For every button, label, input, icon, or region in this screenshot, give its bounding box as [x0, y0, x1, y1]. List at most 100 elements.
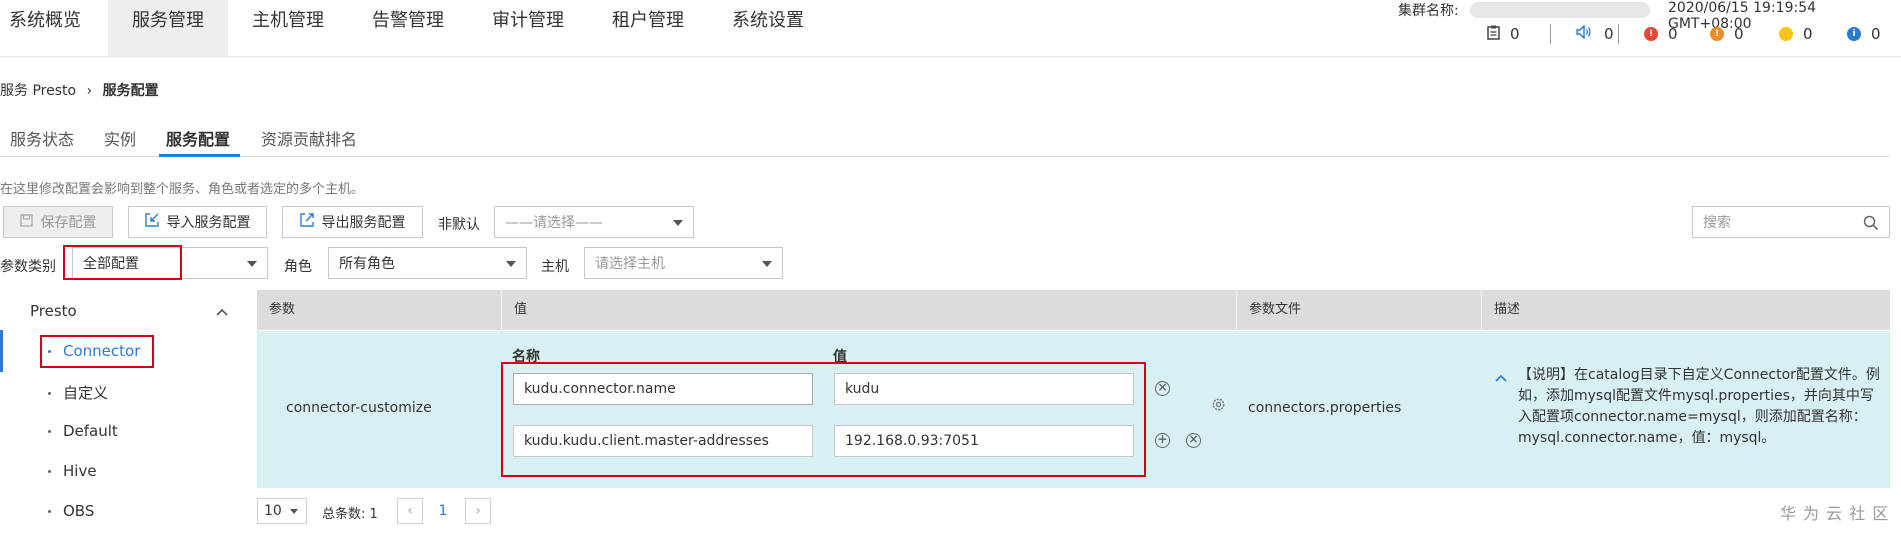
task-stat[interactable]: 0 — [1487, 24, 1520, 44]
nondefault-placeholder: ——请选择—— — [505, 215, 603, 231]
description-line: 【说明】在catalog目录下自定义Connector配置文件。例 — [1518, 367, 1880, 383]
nav-item-tenants[interactable]: 租户管理 — [600, 0, 696, 56]
host-select[interactable]: 请选择主机 — [584, 247, 783, 279]
minor-count: 0 — [1803, 25, 1813, 43]
nav-item-services[interactable]: 服务管理 — [108, 0, 228, 56]
bullet — [48, 392, 51, 395]
export-config-button[interactable]: 导出服务配置 — [282, 206, 423, 238]
sidebar-item-label: Default — [63, 422, 118, 440]
chevron-down-icon — [247, 261, 257, 267]
sidebar-item-custom[interactable]: 自定义 — [48, 382, 108, 403]
bullet — [48, 430, 51, 433]
chevron-down-icon — [762, 261, 772, 267]
prev-page-button[interactable]: ‹ — [397, 498, 423, 524]
nav-item-settings[interactable]: 系统设置 — [720, 0, 816, 56]
import-config-label: 导入服务配置 — [166, 215, 251, 231]
critical-alarm-stat[interactable]: ! 0 — [1644, 24, 1678, 44]
watermark: 华 为 云 社 区 — [1780, 504, 1890, 523]
sidebar-item-obs[interactable]: OBS — [48, 502, 94, 520]
table-header: 参数 值 参数文件 描述 — [257, 290, 1890, 330]
bullet — [48, 510, 51, 513]
info-icon: i — [1847, 27, 1861, 41]
critical-alarm-icon: ! — [1644, 27, 1658, 41]
save-icon — [19, 213, 33, 231]
audio-count: 0 — [1604, 25, 1614, 43]
breadcrumb-parent[interactable]: 服务 Presto — [0, 83, 76, 99]
sidebar-item-label: OBS — [63, 502, 95, 520]
save-config-label: 保存配置 — [40, 215, 97, 231]
task-count: 0 — [1510, 25, 1520, 43]
search-input[interactable]: 搜索 — [1692, 206, 1890, 238]
minor-alarm-stat[interactable]: 0 — [1779, 24, 1813, 44]
sidebar-item-hive[interactable]: Hive — [48, 462, 97, 480]
info-count: 0 — [1871, 25, 1881, 43]
total-count: 总条数: 1 — [322, 507, 378, 522]
save-config-button[interactable]: 保存配置 — [3, 206, 113, 238]
divider — [1550, 24, 1551, 44]
chevron-up-icon[interactable] — [216, 305, 228, 320]
tab-instances[interactable]: 实例 — [104, 126, 136, 150]
gear-icon[interactable] — [1211, 397, 1226, 416]
sidebar-group-presto[interactable]: Presto — [30, 302, 77, 320]
column-header-file: 参数文件 — [1237, 290, 1482, 330]
description-line: 入配置项connector.name=mysql，则添加配置名称： — [1518, 409, 1867, 425]
nav-item-audit[interactable]: 审计管理 — [480, 0, 576, 56]
nav-item-overview[interactable]: 系统概览 — [0, 0, 90, 56]
chevron-up-icon[interactable] — [1495, 371, 1507, 386]
critical-count: 0 — [1668, 25, 1678, 43]
host-label: 主机 — [541, 259, 569, 275]
role-label: 角色 — [284, 259, 312, 275]
active-tab-indicator — [159, 154, 240, 157]
major-alarm-icon: ! — [1710, 27, 1724, 41]
info-alarm-stat[interactable]: i 0 — [1847, 24, 1881, 44]
clipboard-icon — [1487, 25, 1500, 44]
nav-item-alarms[interactable]: 告警管理 — [360, 0, 456, 56]
tabs-divider — [0, 156, 1890, 157]
host-placeholder: 请选择主机 — [595, 256, 665, 272]
breadcrumb-separator: › — [86, 83, 93, 99]
remove-row-icon[interactable]: × — [1155, 381, 1170, 396]
breadcrumb-current: 服务配置 — [102, 83, 159, 99]
major-count: 0 — [1734, 25, 1744, 43]
page-size-select[interactable]: 10 — [257, 498, 307, 524]
import-icon — [144, 213, 159, 231]
active-item-indicator — [0, 330, 3, 372]
column-header-param: 参数 — [257, 290, 502, 330]
major-alarm-stat[interactable]: ! 0 — [1710, 24, 1744, 44]
nondefault-label: 非默认 — [438, 217, 480, 233]
tab-service-config[interactable]: 服务配置 — [166, 126, 230, 150]
search-icon[interactable] — [1863, 215, 1879, 235]
description-line: 如，添加mysql配置文件mysql.properties，并向其中写 — [1518, 388, 1874, 404]
param-file: connectors.properties — [1248, 400, 1402, 416]
cluster-label: 集群名称: — [1398, 3, 1459, 19]
column-header-description: 描述 — [1494, 302, 1521, 317]
divider — [1618, 24, 1619, 44]
export-icon — [299, 213, 314, 231]
role-select[interactable]: 所有角色 — [328, 247, 527, 279]
minor-alarm-icon — [1779, 27, 1793, 41]
sidebar-item-label: 自定义 — [63, 384, 109, 402]
nav-item-hosts[interactable]: 主机管理 — [240, 0, 336, 56]
remove-row-icon[interactable]: × — [1186, 433, 1201, 448]
add-row-icon[interactable]: + — [1155, 433, 1170, 448]
top-nav: 系统概览 服务管理 主机管理 告警管理 审计管理 租户管理 系统设置 集群名称:… — [0, 0, 1901, 57]
import-config-button[interactable]: 导入服务配置 — [128, 206, 267, 238]
tab-service-status[interactable]: 服务状态 — [10, 126, 74, 150]
sidebar-item-default[interactable]: Default — [48, 422, 118, 440]
bullet — [48, 470, 51, 473]
audio-stat[interactable]: 0 — [1576, 24, 1614, 44]
column-header-value: 值 — [502, 290, 1237, 330]
highlight-box — [63, 245, 182, 280]
next-page-button[interactable]: › — [465, 498, 491, 524]
highlight-box — [501, 362, 1146, 477]
export-config-label: 导出服务配置 — [321, 215, 406, 231]
chevron-down-icon — [673, 220, 683, 226]
nondefault-select[interactable]: ——请选择—— — [494, 206, 694, 238]
page-number[interactable]: 1 — [430, 498, 456, 524]
breadcrumb: 服务 Presto › 服务配置 — [0, 80, 159, 100]
page-size-value: 10 — [264, 503, 282, 519]
chevron-down-icon — [506, 261, 516, 267]
config-hint: 在这里修改配置会影响到整个服务、角色或者选定的多个主机。 — [0, 182, 365, 197]
param-description: 【说明】在catalog目录下自定义Connector配置文件。例 如，添加my… — [1518, 365, 1880, 449]
tab-resource-ranking[interactable]: 资源贡献排名 — [261, 126, 357, 150]
